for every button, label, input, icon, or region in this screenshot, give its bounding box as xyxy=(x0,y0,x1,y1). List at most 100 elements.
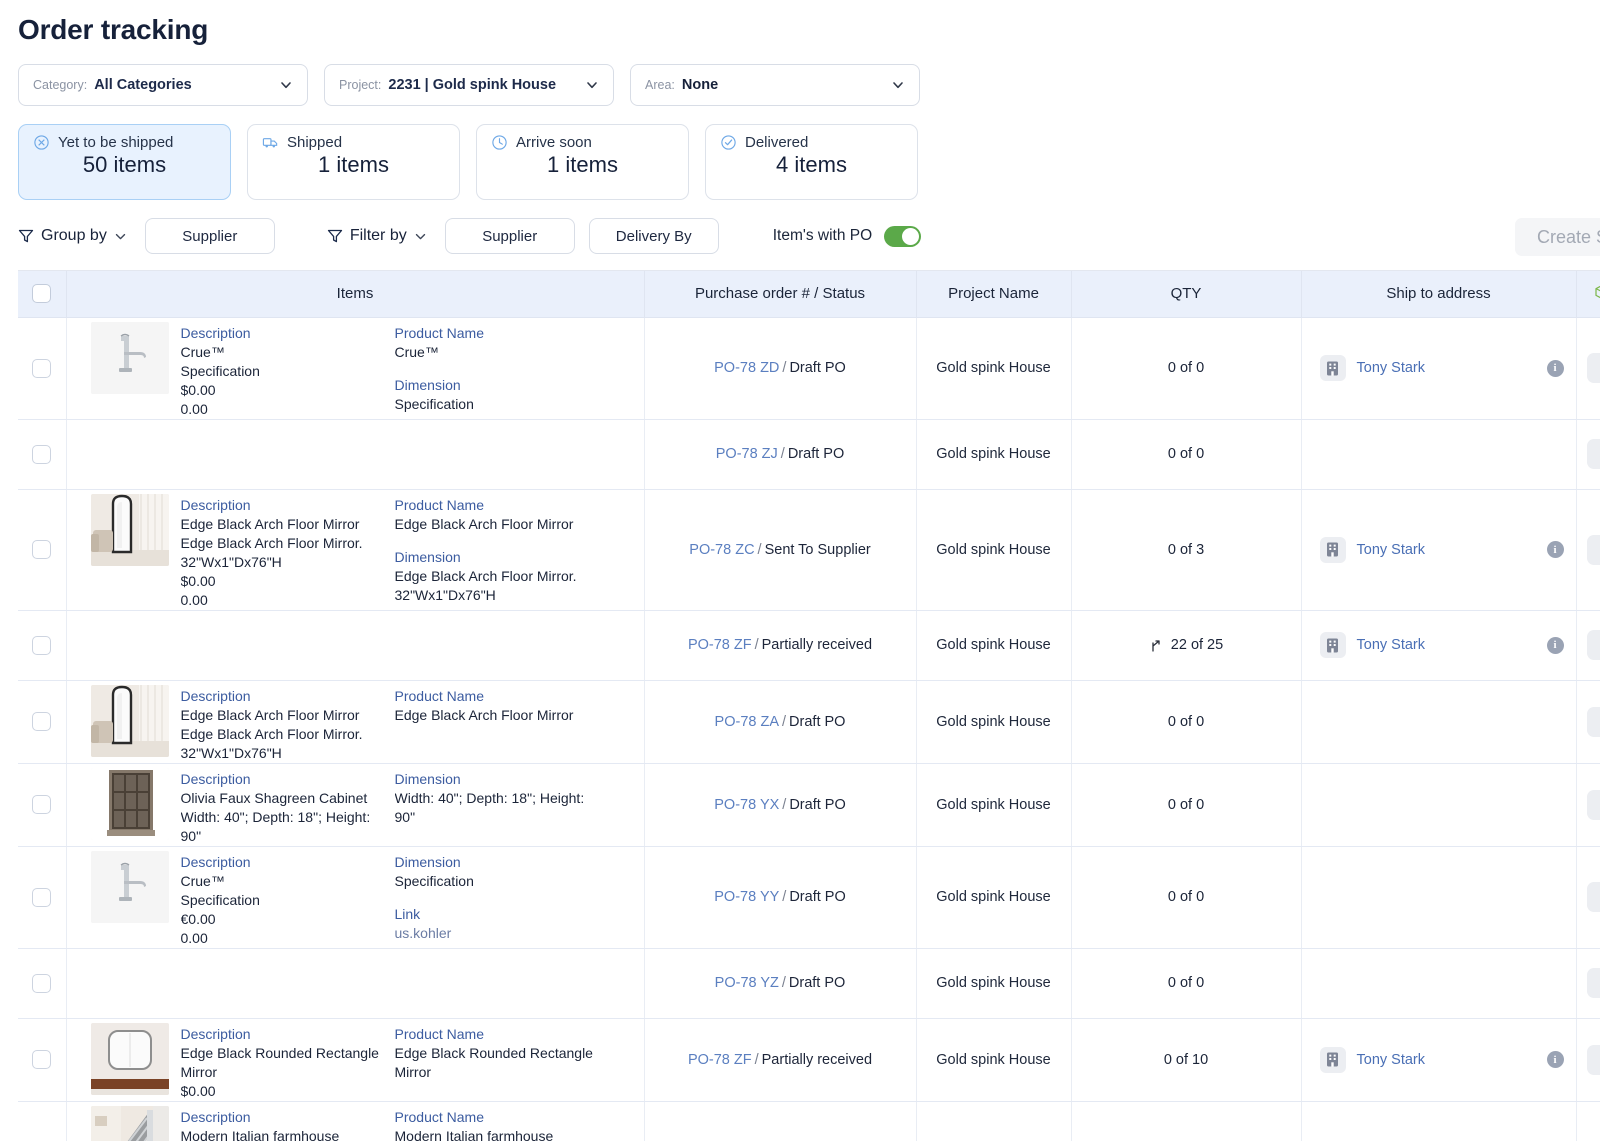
ship-to-name[interactable]: Tony Stark xyxy=(1357,360,1426,376)
purchase-order-cell: PO-78 ZC / Sent To Supplier xyxy=(644,489,917,611)
field-value: Edge Black Rounded Rectangle xyxy=(180,1044,379,1061)
purchase-order-cell: PO-78 ZJ / Draft PO xyxy=(644,419,917,490)
row-action-chip[interactable] xyxy=(1586,630,1600,660)
status-card-arrive-soon[interactable]: Arrive soon 1 items xyxy=(476,124,689,200)
row-action-chip[interactable] xyxy=(1586,439,1600,469)
field-value: Edge Black Arch Floor Mirror xyxy=(394,706,574,723)
filter-by-label: Filter by xyxy=(349,227,407,244)
purchase-order-number[interactable]: PO-78 ZA xyxy=(715,714,779,730)
table-header-row: Items Purchase order # / Status Project … xyxy=(18,271,1600,318)
purchase-order-number[interactable]: PO-78 ZC xyxy=(689,542,754,558)
column-header-purchase-order-status[interactable]: Purchase order # / Status xyxy=(644,271,917,318)
field-value: Mirror xyxy=(394,1063,432,1080)
field-label: Description xyxy=(180,770,251,787)
item-description-block: Description Edge Black Rounded Rectangle M… xyxy=(181,1019,395,1101)
project-select[interactable]: Project: 2231 | Gold spink House xyxy=(324,64,614,106)
row-checkbox[interactable] xyxy=(32,444,52,464)
field-value: Edge Black Arch Floor Mirror. xyxy=(180,534,363,551)
create-shipment-button[interactable]: Create S xyxy=(1514,218,1600,256)
table-row[interactable]: DescriptionModern Italian farmhouseshowc… xyxy=(18,1101,1600,1141)
project-name-cell: Gold spink House xyxy=(916,680,1072,764)
column-header-project-name[interactable]: Project Name xyxy=(916,271,1072,318)
row-checkbox[interactable] xyxy=(32,973,52,993)
filter-chip-delivery-by[interactable]: Delivery By xyxy=(588,218,719,254)
table-row[interactable]: Description Edge Black Arch Floor Mirror E… xyxy=(18,680,1600,764)
column-header-items[interactable]: Items xyxy=(66,271,645,318)
row-checkbox[interactable] xyxy=(32,635,52,655)
row-action-chip[interactable] xyxy=(1586,1044,1600,1075)
table-row[interactable]: Description Crue™ Specification $0.00 0.00 Pr… xyxy=(18,317,1600,420)
field-value: 0.00 xyxy=(180,400,208,417)
info-icon[interactable]: i xyxy=(1546,541,1564,558)
purchase-order-number[interactable]: PO-78 YX xyxy=(714,797,779,813)
purchase-order-status: PO-78 YZ / Draft PO xyxy=(714,975,846,991)
qty-value: 0 of 10 xyxy=(1163,1051,1209,1068)
table-row[interactable]: Description Edge Black Arch Floor Mirror E… xyxy=(18,489,1600,611)
category-select[interactable]: Category: All Categories xyxy=(18,64,308,106)
status-card-delivered[interactable]: Delivered 4 items xyxy=(705,124,918,200)
row-action-chip[interactable] xyxy=(1586,789,1600,820)
purchase-order-number[interactable]: PO-78 ZF xyxy=(688,1052,752,1068)
table-row[interactable]: Description Crue™ Specification €0.00 0.00 Di… xyxy=(18,846,1600,949)
row-action-chip[interactable] xyxy=(1586,882,1600,912)
purchase-order-number[interactable]: PO-78 YY xyxy=(714,889,779,905)
purchase-order-number[interactable]: PO-78 ZJ xyxy=(716,446,778,462)
row-checkbox[interactable] xyxy=(32,540,52,559)
truck-icon xyxy=(262,134,279,151)
row-checkbox[interactable] xyxy=(32,358,52,378)
row-action-cell xyxy=(1576,317,1600,420)
field-value: Edge Black Arch Floor Mirror. xyxy=(394,567,577,584)
select-all-checkbox[interactable] xyxy=(32,284,52,304)
qty-cell: 0 of 0 xyxy=(1071,419,1302,490)
status-card-label: Yet to be shipped xyxy=(58,134,174,151)
group-by-dropdown[interactable]: Group by xyxy=(18,227,127,245)
items-with-po-toggle[interactable] xyxy=(884,225,922,247)
ship-to-name[interactable]: Tony Stark xyxy=(1357,542,1426,558)
item-description-block: Description Crue™ Specification $0.00 0.00 xyxy=(181,318,395,419)
project-name-cell: Gold spink House xyxy=(916,489,1072,611)
info-icon[interactable]: i xyxy=(1546,636,1564,654)
row-select-cell xyxy=(18,317,67,420)
info-icon[interactable]: i xyxy=(1546,1051,1564,1068)
row-action-chip[interactable] xyxy=(1586,968,1600,998)
ship-to-name[interactable]: Tony Stark xyxy=(1357,637,1426,653)
field-label: Description xyxy=(180,853,251,870)
info-icon[interactable]: i xyxy=(1546,359,1564,377)
row-action-chip[interactable] xyxy=(1586,534,1600,565)
purchase-order-number[interactable]: PO-78 ZD xyxy=(714,360,779,376)
item-description-block: Description Crue™ Specification €0.00 0.00 xyxy=(181,847,395,948)
table-row[interactable]: Description Olivia Faux Shagreen Cabinet W… xyxy=(18,763,1600,847)
status-card-shipped[interactable]: Shipped 1 items xyxy=(247,124,460,200)
status-card-label: Arrive soon xyxy=(516,134,592,151)
purchase-order-number[interactable]: PO-78 ZF xyxy=(688,637,752,653)
row-checkbox[interactable] xyxy=(32,1050,52,1069)
ship-to-address-cell: Tony Stark i xyxy=(1301,489,1577,611)
project-name-value: Gold spink House xyxy=(936,360,1051,376)
purchase-order-status: PO-78 ZC / Sent To Supplier xyxy=(689,541,871,558)
table-row[interactable]: PO-78 ZF / Partially received Gold spink Ho… xyxy=(18,610,1600,681)
filter-by-dropdown[interactable]: Filter by xyxy=(327,227,427,245)
row-action-cell xyxy=(1576,1018,1600,1102)
row-action-chip[interactable] xyxy=(1586,353,1600,383)
ship-to-name[interactable]: Tony Stark xyxy=(1357,1052,1426,1068)
field-link[interactable]: us.kohler xyxy=(395,924,625,943)
table-row[interactable]: PO-78 ZJ / Draft PO Gold spink House 0 of 0 xyxy=(18,419,1600,490)
column-header-ship-to-address[interactable]: Ship to address xyxy=(1301,271,1577,318)
row-checkbox[interactable] xyxy=(32,795,52,814)
table-row[interactable]: PO-78 YZ / Draft PO Gold spink House 0 of 0 xyxy=(18,948,1600,1019)
purchase-order-number[interactable]: PO-78 YZ xyxy=(715,975,779,991)
row-action-cell xyxy=(1576,1101,1600,1141)
group-by-label: Group by xyxy=(41,227,107,244)
status-card-yet-to-be-shipped[interactable]: Yet to be shipped 50 items xyxy=(18,124,231,200)
column-header-qty[interactable]: QTY xyxy=(1071,271,1302,318)
purchase-order-status: PO-78 ZJ / Draft PO xyxy=(715,446,845,462)
table-row[interactable]: Description Edge Black Rounded Rectangle M… xyxy=(18,1018,1600,1102)
row-action-chip[interactable] xyxy=(1586,706,1600,737)
row-checkbox[interactable] xyxy=(32,887,52,907)
filter-chip-supplier[interactable]: Supplier xyxy=(444,218,575,254)
row-checkbox[interactable] xyxy=(32,712,52,731)
group-by-chip-supplier[interactable]: Supplier xyxy=(144,218,275,254)
field-value: Edge Black Rounded Rectangle xyxy=(394,1044,593,1061)
area-select[interactable]: Area: None xyxy=(630,64,920,106)
item-attribute-block: Product Name Edge Black Arch Floor Mirror xyxy=(395,681,625,763)
